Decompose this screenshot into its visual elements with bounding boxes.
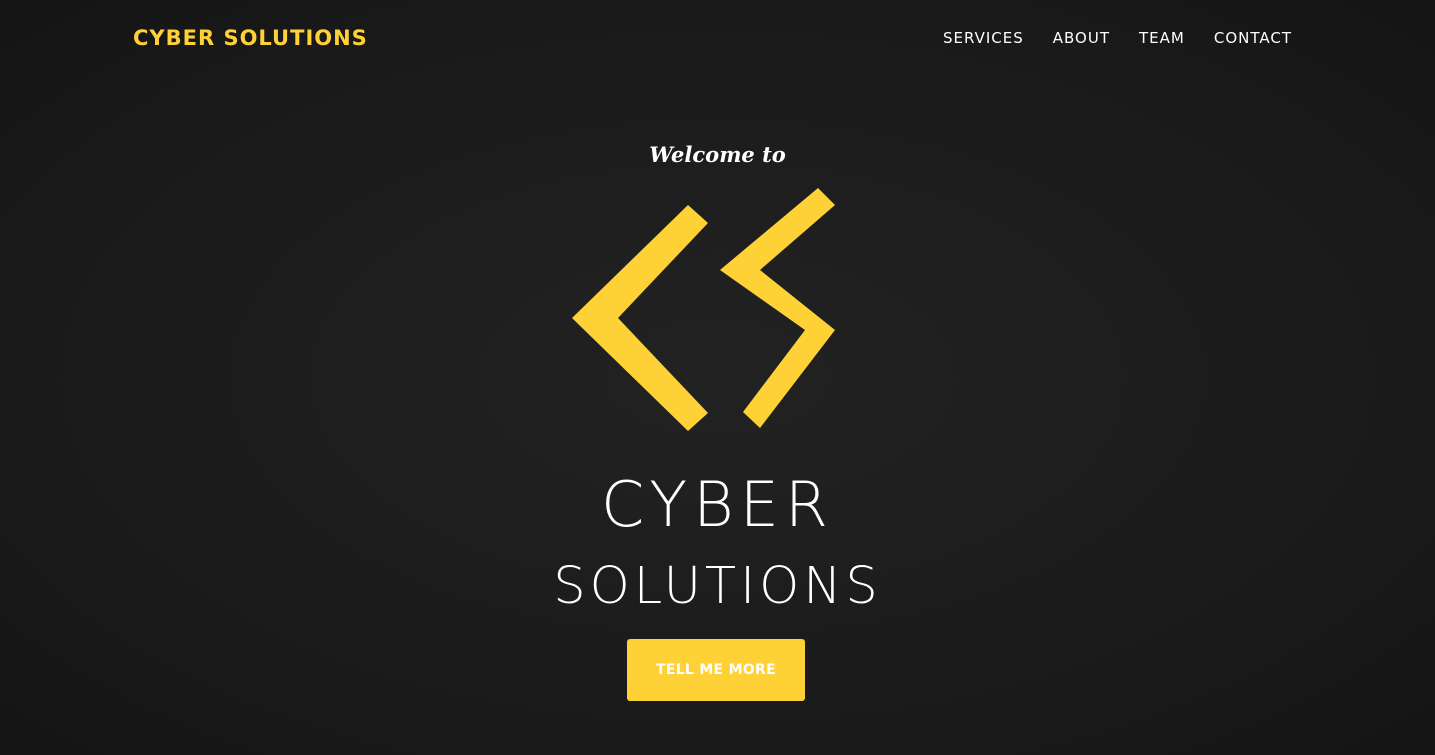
logo-text-solutions: SOLUTIONS	[553, 557, 882, 616]
logo-right-chevron	[720, 188, 835, 428]
logo-left-chevron	[572, 205, 708, 431]
cs-chevron-logo-icon	[572, 188, 835, 431]
tell-me-more-button[interactable]: TELL ME MORE	[627, 639, 805, 701]
hero-section: Welcome to CYBER SOLUTIONS TELL ME MORE	[0, 0, 1435, 755]
logo-text-cyber: CYBER	[601, 468, 834, 541]
welcome-text: Welcome to	[649, 142, 786, 167]
